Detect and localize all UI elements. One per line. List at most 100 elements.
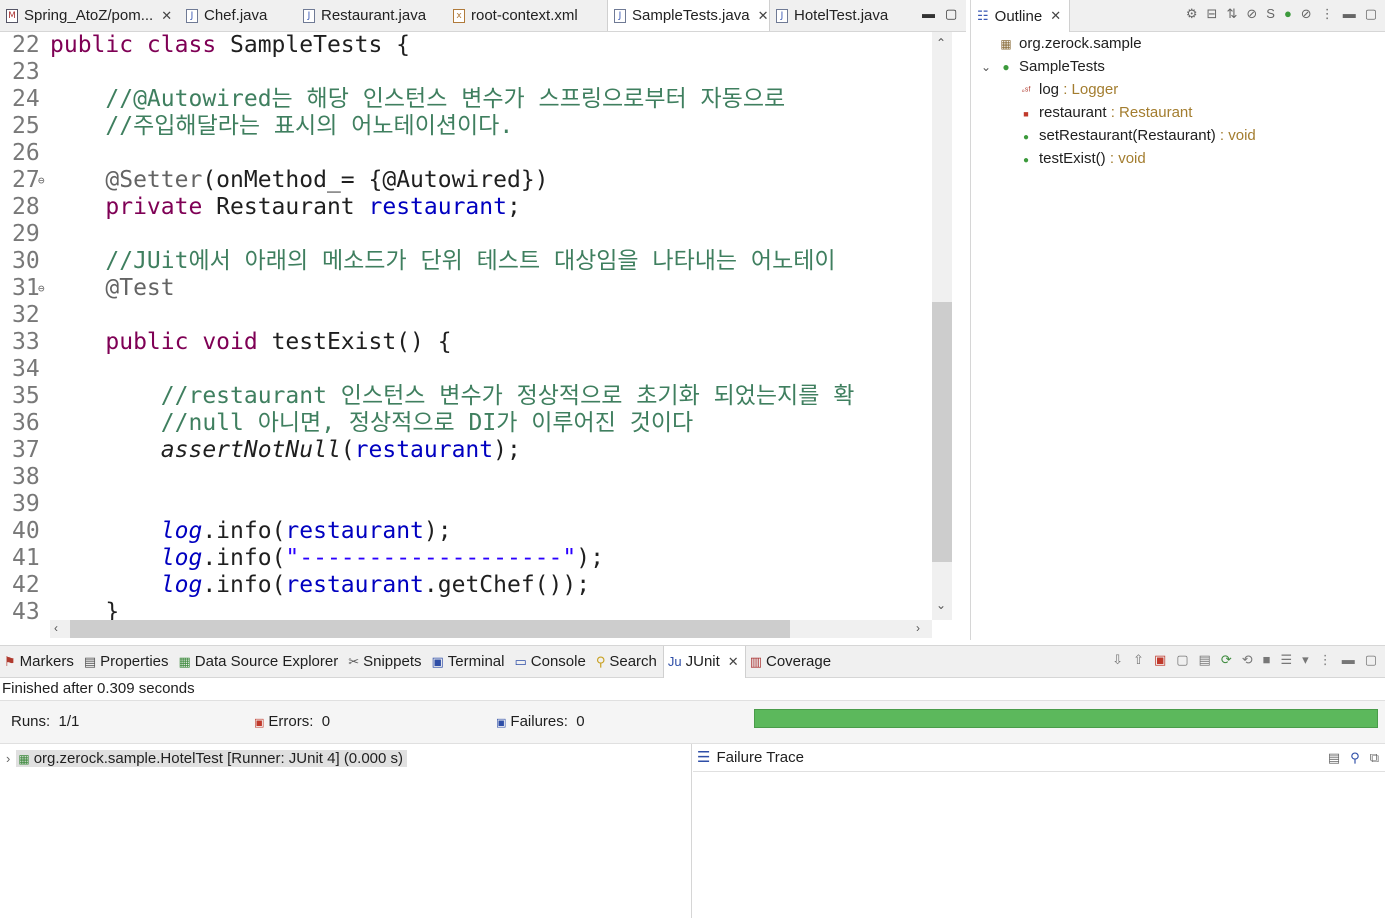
code-text: .getChef()); [423,572,591,598]
dropdown-arrow-icon[interactable]: ▾ [1302,652,1309,668]
line-number-foldable: 27 ⊖ [0,167,50,194]
previous-failure-icon[interactable]: ⇧ [1133,652,1144,668]
editor-vertical-scrollbar[interactable]: ⌃ ⌄ [932,32,952,620]
show-skipped-icon[interactable]: ▢ [1176,652,1188,668]
hide-static-icon[interactable]: S [1266,6,1275,22]
test-run-history-icon[interactable]: ☰ [1281,652,1293,668]
error-icon: ▣ [254,717,265,729]
focus-icon[interactable]: ⚙ [1186,6,1198,22]
fold-collapse-icon[interactable]: ⊖ [38,167,45,194]
editor-tab-hoteltest[interactable]: J HotelTest.java [770,0,900,31]
static-method-call: assertNotNull [50,437,341,463]
maximize-icon[interactable]: ▢ [1365,6,1377,22]
collapse-all-icon[interactable]: ⊟ [1207,6,1218,22]
chevron-right-icon[interactable]: › [6,751,10,766]
errors-value: 0 [321,713,331,730]
line-number: 24 [12,86,40,112]
outline-package[interactable]: ▦ org.zerock.sample [999,32,1141,55]
tab-markers[interactable]: ⚑ Markers [0,646,80,678]
outline-toolbar: ⚙ ⊟ ⇅ ⊘ S ● ⊘ ⋮ ▬ ▢ [1186,6,1377,22]
code-editor[interactable]: 22 23 24 25 26 27 ⊖ 28 29 30 31 ⊖ 32 33 34… [0,32,932,620]
tab-snippets[interactable]: ✂ Snippets [344,646,427,678]
compare-result-icon[interactable]: ▤ [1328,744,1340,772]
chevron-right-icon[interactable]: › [916,621,920,635]
scroll-lock-icon[interactable]: ▤ [1199,652,1211,668]
editor-tab-sampletests[interactable]: J SampleTests.java ✕ [607,0,770,31]
tab-outline[interactable]: ☷ Outline ✕ [971,0,1071,32]
tab-coverage[interactable]: ▥ Coverage [746,646,837,678]
fold-collapse-icon[interactable]: ⊖ [38,275,45,302]
line-number: 41 [12,545,40,571]
outline-member[interactable]: ● setRestaurant(Restaurant) : void [1019,124,1256,147]
line-number: 32 [12,302,40,328]
code-comment: //주입해달라는 표시의 어노테이션이다. [50,113,514,139]
copy-trace-icon[interactable]: ⧉ [1370,744,1379,772]
editor-tab-pom[interactable]: M Spring_AtoZ/pom... ✕ [0,0,180,31]
tab-properties[interactable]: ▤ Properties [80,646,175,678]
public-method-icon: ● [1022,155,1030,166]
line-number: 43 [12,599,40,620]
scrollbar-thumb[interactable] [932,302,952,562]
close-icon[interactable]: ✕ [1050,8,1061,24]
code-text: ( [340,437,355,463]
code-area[interactable]: public class SampleTests { //@Autowired는… [50,32,932,620]
rerun-failed-first-icon[interactable]: ⟲ [1242,652,1253,668]
code-text: SampleTests { [230,32,411,58]
line-number: 28 [12,194,40,220]
hide-local-types-icon[interactable]: ⊘ [1301,6,1312,22]
editor-tab-chef[interactable]: J Chef.java [180,0,297,31]
tab-terminal[interactable]: ▣ Terminal [427,646,510,678]
minimize-icon[interactable]: ▬ [922,6,935,21]
editor-tab-root-context[interactable]: x root-context.xml [447,0,607,31]
stop-icon[interactable]: ■ [1263,652,1271,668]
tab-junit[interactable]: Ju JUnit ✕ [662,645,746,678]
chevron-left-icon[interactable]: ‹ [54,621,58,635]
maven-pom-icon: M [6,8,18,23]
static-field-reference: log [50,572,203,598]
test-tree-item[interactable]: › ▦ org.zerock.sample.HotelTest [Runner: J… [6,748,408,770]
outline-member[interactable]: ■ restaurant : Restaurant [1019,101,1192,124]
hide-fields-icon[interactable]: ⊘ [1246,6,1257,22]
java-file-icon: J [614,8,626,23]
minimize-icon[interactable]: ▬ [1343,6,1356,22]
outline-view: ☷ Outline ✕ ⚙ ⊟ ⇅ ⊘ S ● ⊘ ⋮ ▬ ▢ ▦ org.zer… [970,0,1385,640]
failure-trace-pane: ☰ Failure Trace ▤ ⚲ ⧉ [693,744,1385,918]
member-type: : void [1105,150,1146,167]
minimize-icon[interactable]: ▬ [1342,652,1355,668]
tab-search[interactable]: ⚲ Search [592,646,663,678]
outline-member[interactable]: ● testExist() : void [1019,147,1146,170]
maximize-icon[interactable]: ▢ [945,6,957,22]
test-tree-item-label: org.zerock.sample.HotelTest [Runner: JUn… [33,750,404,767]
filter-stack-icon[interactable]: ⚲ [1350,744,1360,772]
maximize-icon[interactable]: ▢ [1365,652,1377,668]
chevron-down-icon[interactable]: ⌄ [979,56,993,79]
close-icon[interactable]: ✕ [161,8,172,24]
sort-icon[interactable]: ⇅ [1226,6,1237,22]
bottom-panel: ⚑ Markers ▤ Properties ▦ Data Source Explor… [0,645,1385,918]
code-text: ); [423,518,452,544]
scrollbar-thumb[interactable] [70,620,790,638]
view-menu-icon[interactable]: ⋮ [1319,652,1332,668]
tab-data-source-explorer[interactable]: ▦ Data Source Explorer [175,646,345,678]
chevron-up-icon[interactable]: ⌃ [936,36,946,50]
member-name: testExist() [1039,150,1106,167]
hide-nonpublic-icon[interactable]: ● [1284,6,1292,22]
chevron-down-icon[interactable]: ⌄ [936,598,946,612]
code-line: assertNotNull(restaurant); [50,437,932,464]
rerun-test-icon[interactable]: ⟳ [1221,652,1232,668]
outline-class[interactable]: ⌄ ● SampleTests [979,55,1105,78]
failure-trace-toolbar: ▤ ⚲ ⧉ [1328,744,1379,772]
view-menu-icon[interactable]: ⋮ [1321,6,1334,22]
member-name: restaurant [1039,104,1107,121]
close-icon[interactable]: ✕ [758,8,769,24]
tab-console[interactable]: ▭ Console [510,646,591,678]
next-failure-icon[interactable]: ⇩ [1112,652,1123,668]
outline-member[interactable]: ◦ˢᶠ log : Logger [1019,78,1118,101]
show-failures-only-icon[interactable]: ▣ [1154,652,1166,668]
static-final-field-icon: ◦ˢᶠ [1021,86,1031,97]
test-tree[interactable]: › ▦ org.zerock.sample.HotelTest [Runner: J… [0,744,692,918]
code-line: log.info("-------------------"); [50,545,932,572]
editor-horizontal-scrollbar[interactable]: ‹ › [50,620,932,638]
editor-tab-restaurant[interactable]: J Restaurant.java [297,0,447,31]
close-icon[interactable]: ✕ [728,654,739,670]
